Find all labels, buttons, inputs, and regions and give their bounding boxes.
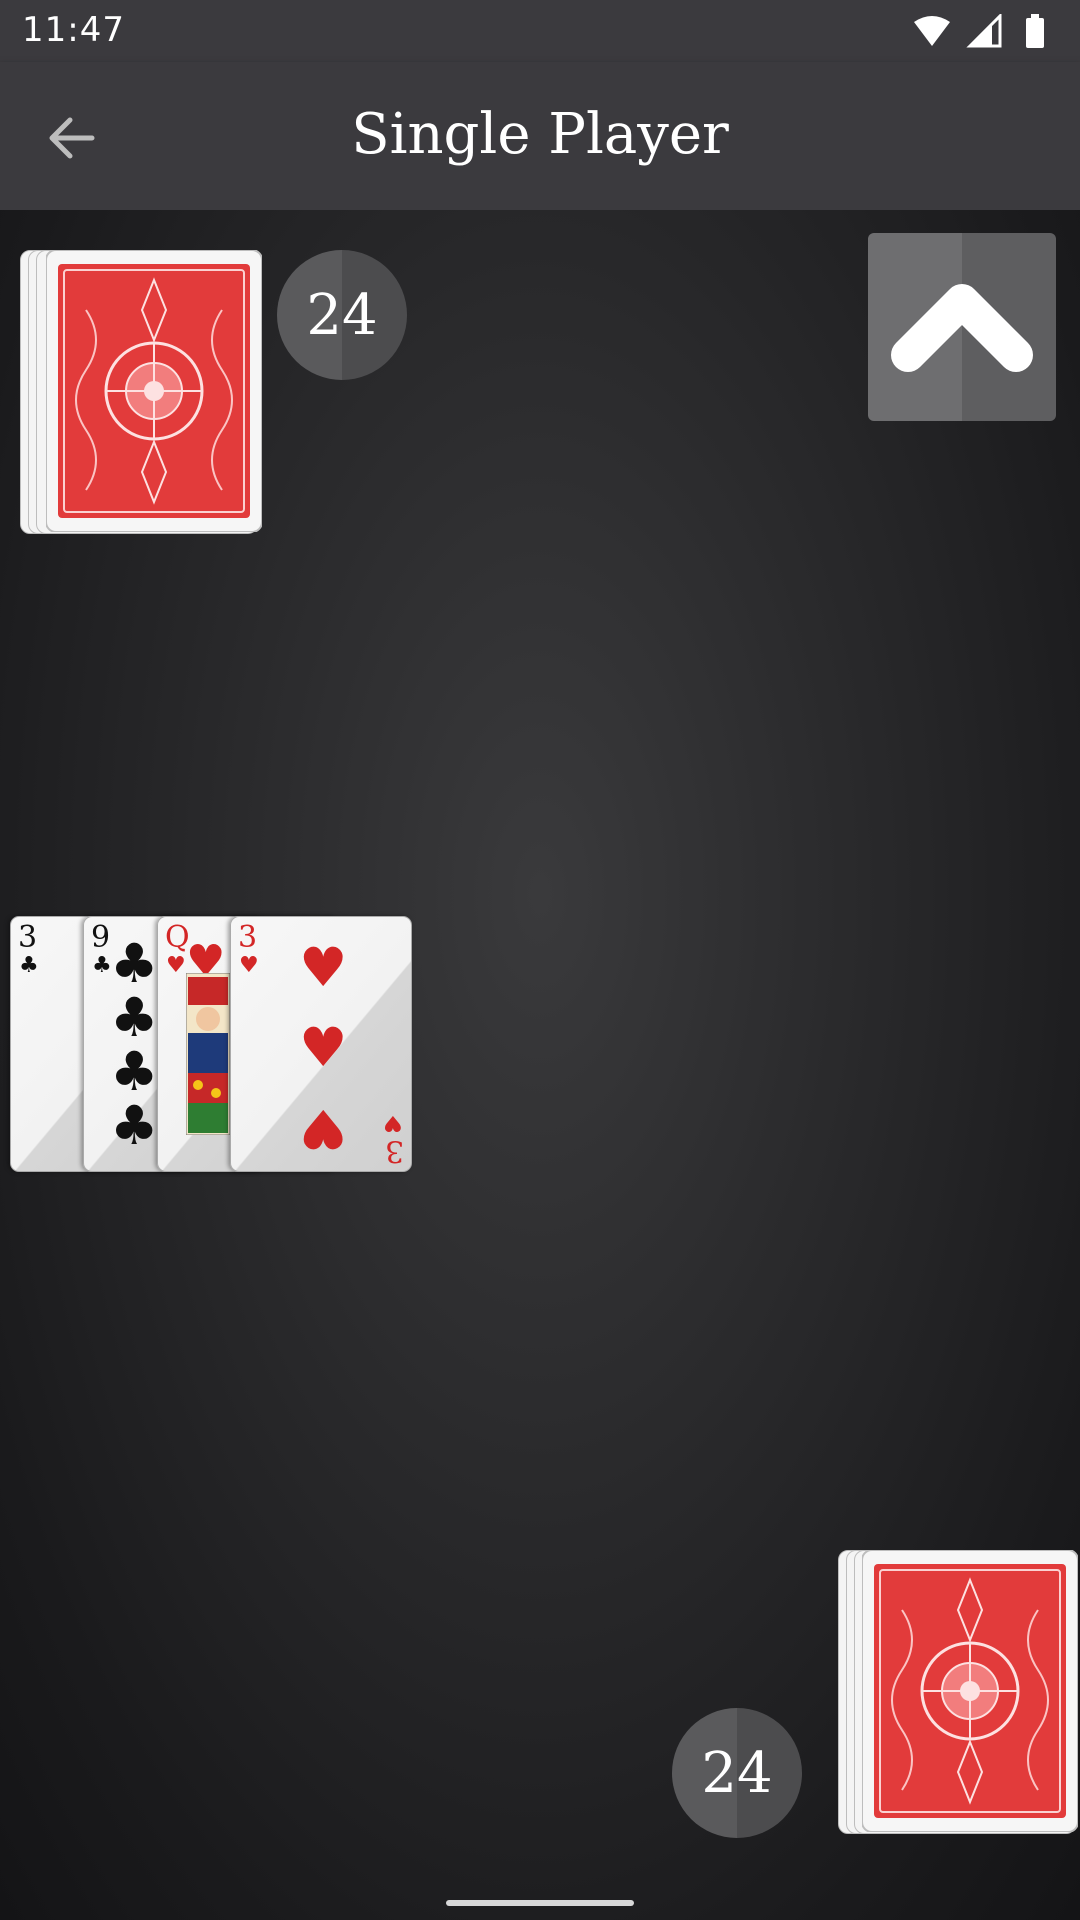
show-cards-button[interactable] (868, 233, 1056, 421)
pile-card-top: 3 ♥ ♥ ♥ ♥ 3 ♥ (230, 916, 412, 1172)
card-suit: ♥ (239, 953, 259, 978)
chevron-up-icon (891, 284, 1033, 372)
club-pip: ♣ (110, 932, 159, 995)
app-bar: Single Player (0, 62, 1080, 210)
opponent-deck (20, 250, 262, 540)
card-rank-bottom: 3 (384, 1133, 404, 1168)
card-back (862, 1550, 1078, 1832)
opponent-card-count: 24 (277, 250, 407, 380)
card-rank: 3 (18, 920, 38, 955)
queen-face-art (186, 973, 230, 1135)
heart-pip: ♥ (299, 1097, 348, 1160)
battery-icon (1026, 14, 1044, 48)
card-suit: ♥ (166, 953, 186, 978)
card-rank: 3 (238, 920, 258, 955)
club-pip: ♣ (110, 1040, 159, 1103)
card-suit: ♣ (19, 953, 39, 978)
page-title: Single Player (351, 102, 729, 167)
status-bar: 11:47 (0, 0, 1080, 62)
heart-pip: ♥ (299, 936, 348, 999)
signal-icon (966, 12, 1002, 48)
heart-pip: ♥ (299, 1016, 348, 1079)
player-card-count: 24 (672, 1708, 802, 1838)
home-indicator[interactable] (446, 1900, 634, 1906)
card-suit-bottom: ♥ (383, 1110, 403, 1135)
club-pip: ♣ (110, 1094, 159, 1157)
status-icons (912, 12, 1062, 50)
club-pip: ♣ (110, 986, 159, 1049)
card-back (46, 250, 262, 532)
card-suit: ♣ (92, 953, 112, 978)
status-time: 11:47 (22, 10, 125, 50)
player-deck[interactable] (838, 1550, 1078, 1840)
card-rank: 9 (91, 920, 111, 955)
wifi-icon (914, 16, 950, 46)
